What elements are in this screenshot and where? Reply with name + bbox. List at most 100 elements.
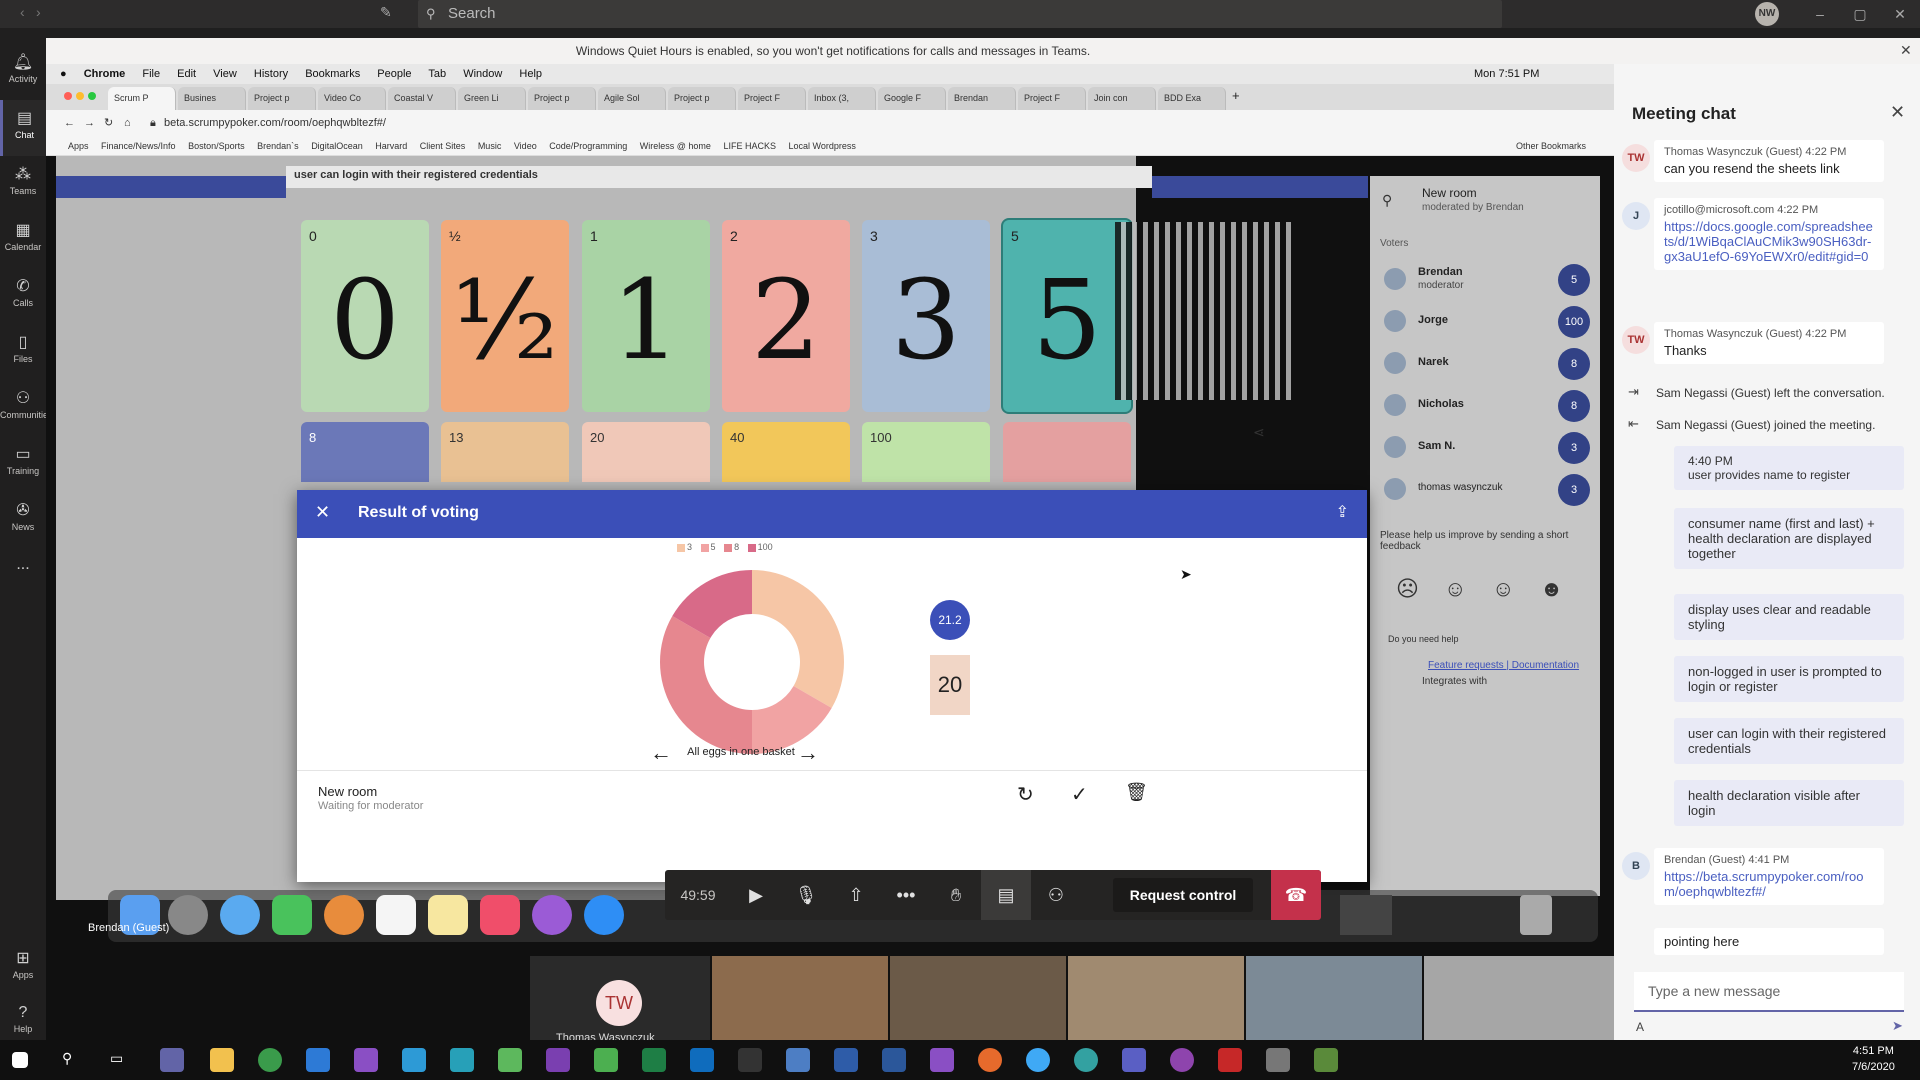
browser-tab[interactable]: Video Co: [318, 87, 386, 110]
close-icon[interactable]: ✕: [315, 502, 330, 523]
calendar-icon[interactable]: [376, 895, 416, 935]
menu-item[interactable]: Tab: [428, 68, 446, 80]
bookmark[interactable]: Apps: [68, 141, 89, 151]
close-icon[interactable]: ✕: [1880, 0, 1920, 28]
happy-face-icon[interactable]: ☻: [1540, 576, 1563, 602]
compose-icon[interactable]: ✎: [380, 4, 392, 21]
browser-tab[interactable]: BDD Exa: [1158, 87, 1226, 110]
other-bookmarks[interactable]: Other Bookmarks: [1516, 136, 1586, 155]
taskbar-app-icon[interactable]: [690, 1048, 714, 1072]
taskbar-app-icon[interactable]: [786, 1048, 810, 1072]
poker-card-special[interactable]: [1003, 422, 1131, 482]
browser-tab[interactable]: Agile Sol: [598, 87, 666, 110]
hang-up-button[interactable]: ☎: [1271, 870, 1321, 920]
message-link[interactable]: https://docs.google.com/spreadsheets/d/1…: [1664, 219, 1873, 264]
mac-min-dot[interactable]: [76, 92, 84, 100]
bookmark[interactable]: Music: [478, 141, 502, 151]
browser-tab[interactable]: Project p: [528, 87, 596, 110]
menu-item[interactable]: Chrome: [84, 68, 126, 80]
format-icon[interactable]: A: [1636, 1020, 1644, 1034]
poker-card[interactable]: 11: [582, 220, 710, 412]
neutral-face-icon[interactable]: ☺: [1444, 576, 1466, 602]
chat-toggle-icon[interactable]: ▤: [981, 870, 1031, 920]
taskbar-app-icon[interactable]: [978, 1048, 1002, 1072]
rail-calls[interactable]: ✆ Calls: [0, 268, 46, 324]
trash-icon[interactable]: [1520, 895, 1552, 935]
podcasts-icon[interactable]: [532, 895, 572, 935]
system-clock[interactable]: 4:51 PM 7/6/2020: [1852, 1043, 1895, 1075]
taskbar-app-icon[interactable]: [1122, 1048, 1146, 1072]
taskbar-app-icon[interactable]: [1026, 1048, 1050, 1072]
avatar[interactable]: NW: [1755, 2, 1779, 26]
bookmark[interactable]: Harvard: [375, 141, 407, 151]
taskbar-app-icon[interactable]: [930, 1048, 954, 1072]
music-icon[interactable]: [480, 895, 520, 935]
home-icon[interactable]: ⌂: [124, 110, 131, 136]
taskbar-app-icon[interactable]: [1074, 1048, 1098, 1072]
bookmark[interactable]: LIFE HACKS: [723, 141, 776, 151]
menu-item[interactable]: File: [142, 68, 160, 80]
menu-item[interactable]: View: [213, 68, 237, 80]
launchpad-icon[interactable]: [168, 895, 208, 935]
appstore-icon[interactable]: [584, 895, 624, 935]
message-link[interactable]: https://beta.scrumpypoker.com/room/oephq…: [1664, 869, 1863, 899]
menu-item[interactable]: People: [377, 68, 411, 80]
taskbar-app-icon[interactable]: [1266, 1048, 1290, 1072]
browser-tab[interactable]: Busines: [178, 87, 246, 110]
menu-item[interactable]: History: [254, 68, 288, 80]
taskbar-app-icon[interactable]: [1314, 1048, 1338, 1072]
rail-news[interactable]: ✇ News: [0, 492, 46, 548]
browser-tab[interactable]: Join con: [1088, 87, 1156, 110]
browser-tab[interactable]: Project p: [248, 87, 316, 110]
taskbar-app-icon[interactable]: [450, 1048, 474, 1072]
taskbar-app-icon[interactable]: [498, 1048, 522, 1072]
bookmark[interactable]: Local Wordpress: [788, 141, 855, 151]
delete-icon[interactable]: 🗑︎: [1125, 782, 1148, 803]
browser-tab[interactable]: Green Li: [458, 87, 526, 110]
bookmark[interactable]: Brendan`s: [257, 141, 299, 151]
facetime-icon[interactable]: [272, 895, 312, 935]
rail-communities[interactable]: ⚇ Communities: [0, 380, 53, 436]
bookmark[interactable]: Video: [514, 141, 537, 151]
browser-tab[interactable]: Google F: [878, 87, 946, 110]
taskbar-app-icon[interactable]: [354, 1048, 378, 1072]
camera-icon[interactable]: ▶: [731, 870, 781, 920]
rail-apps[interactable]: ⊞ Apps: [0, 940, 46, 996]
browser-tab[interactable]: Scrum P: [108, 87, 176, 110]
reload-icon[interactable]: ↻: [104, 110, 113, 136]
browser-tab[interactable]: Inbox (3,: [808, 87, 876, 110]
more-actions-icon[interactable]: •••: [881, 870, 931, 920]
share-screen-icon[interactable]: ⇧: [831, 870, 881, 920]
rail-chat[interactable]: ▤ Chat: [0, 100, 46, 156]
taskbar-app-icon[interactable]: [1218, 1048, 1242, 1072]
poker-card[interactable]: 20: [582, 422, 710, 482]
browser-tab[interactable]: Project F: [738, 87, 806, 110]
poker-card[interactable]: 100: [862, 422, 990, 482]
photos-icon[interactable]: [324, 895, 364, 935]
poker-card[interactable]: ½½: [441, 220, 569, 412]
browser-tab[interactable]: Brendan: [948, 87, 1016, 110]
taskbar-app-icon[interactable]: [1170, 1048, 1194, 1072]
menu-item[interactable]: Bookmarks: [305, 68, 360, 80]
participants-icon[interactable]: ⚇: [1031, 870, 1081, 920]
windows-start-icon[interactable]: [12, 1052, 28, 1068]
notes-icon[interactable]: [428, 895, 468, 935]
rail-more[interactable]: ...: [0, 548, 46, 604]
taskbar-app-icon[interactable]: [258, 1048, 282, 1072]
participant-tile[interactable]: [1424, 956, 1614, 1048]
bookmark[interactable]: Code/Programming: [549, 141, 627, 151]
url-text[interactable]: beta.scrumpypoker.com/room/oephqwbltezf#…: [164, 110, 386, 136]
poker-card[interactable]: 22: [722, 220, 850, 412]
mac-max-dot[interactable]: [88, 92, 96, 100]
poker-card[interactable]: 8: [301, 422, 429, 482]
poker-card[interactable]: 13: [441, 422, 569, 482]
messages-icon[interactable]: [220, 895, 260, 935]
export-icon[interactable]: ⇪: [1336, 502, 1349, 522]
terminal-icon[interactable]: [1340, 895, 1392, 935]
poker-card[interactable]: 40: [722, 422, 850, 482]
bookmark[interactable]: DigitalOcean: [311, 141, 363, 151]
poker-card[interactable]: 00: [301, 220, 429, 412]
back-icon[interactable]: ←: [64, 110, 75, 136]
message-input[interactable]: Type a new message: [1634, 972, 1904, 1012]
raise-hand-icon[interactable]: ✋︎: [931, 870, 981, 920]
